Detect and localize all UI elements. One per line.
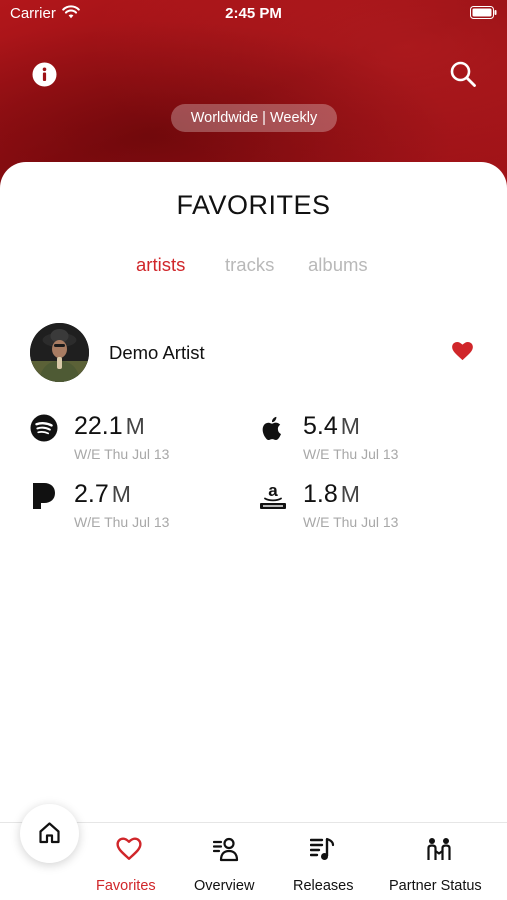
stat-apple-music: 5.4 M W/E Thu Jul 13 — [259, 412, 459, 472]
music-list-icon — [310, 837, 335, 860]
stat-value: 22.1 M — [74, 412, 145, 440]
svg-text:a: a — [268, 482, 278, 500]
artist-photo — [30, 323, 89, 382]
nav-releases[interactable]: Releases — [293, 822, 357, 900]
stat-value: 5.4 M — [303, 412, 360, 440]
stat-date: W/E Thu Jul 13 — [303, 446, 399, 462]
nav-label: Releases — [293, 878, 354, 894]
spotify-icon — [30, 414, 58, 442]
stat-value: 2.7 M — [74, 480, 131, 508]
tab-tracks[interactable]: tracks — [225, 254, 274, 276]
info-icon[interactable] — [32, 62, 57, 87]
search-icon[interactable] — [449, 60, 477, 88]
partners-icon — [427, 838, 451, 860]
page-title: FAVORITES — [176, 190, 331, 220]
stat-pandora: 2.7 M W/E Thu Jul 13 — [30, 480, 230, 540]
nav-overview[interactable]: Overview — [194, 822, 260, 900]
person-list-icon — [213, 837, 239, 862]
home-button[interactable] — [20, 804, 79, 863]
stat-amazon-music: a 1.8 M W/E Thu Jul 13 — [259, 480, 459, 540]
tab-albums[interactable]: albums — [308, 254, 368, 276]
stat-date: W/E Thu Jul 13 — [74, 446, 170, 462]
heart-icon — [116, 837, 142, 860]
amazon-music-icon: a — [260, 482, 286, 509]
nav-label: Overview — [194, 878, 255, 894]
nav-label: Favorites — [96, 878, 156, 894]
region-filter-button[interactable]: Worldwide | Weekly — [171, 104, 337, 132]
status-bar: Carrier 2:45 PM — [0, 0, 507, 28]
stat-date: W/E Thu Jul 13 — [74, 514, 170, 530]
apple-music-icon — [262, 416, 281, 440]
stat-date: W/E Thu Jul 13 — [303, 514, 399, 530]
artist-avatar[interactable] — [30, 323, 89, 382]
battery-icon — [470, 6, 497, 19]
home-icon — [39, 822, 60, 844]
stat-spotify: 22.1 M W/E Thu Jul 13 — [30, 412, 230, 472]
stat-value: 1.8 M — [303, 480, 360, 508]
nav-partner-status[interactable]: Partner Status — [389, 822, 493, 900]
clock: 2:45 PM — [225, 5, 282, 22]
pandora-icon — [33, 483, 55, 509]
nav-favorites[interactable]: Favorites — [96, 822, 160, 900]
favorite-heart-icon[interactable] — [452, 342, 473, 361]
artist-name: Demo Artist — [109, 342, 205, 363]
nav-label: Partner Status — [389, 878, 482, 894]
tab-artists[interactable]: artists — [136, 254, 185, 276]
